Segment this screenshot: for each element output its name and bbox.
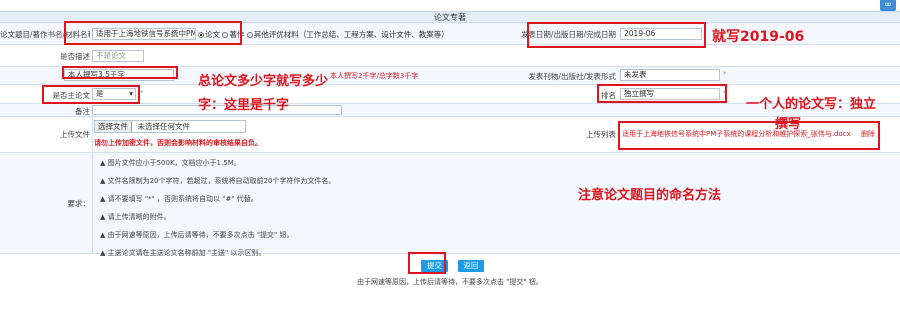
journal-label: 发表刊物/出版社/发表形式 (528, 72, 616, 81)
upload-label: 上传文件 (60, 130, 90, 139)
requirement-item: ▲ 请不要填写 "*" ，否则系统将自动以 "#" 代替。 (100, 195, 258, 203)
annotation-rank-line1: 一个人的论文写：独立 (746, 97, 877, 112)
annotation-naming-note: 注意论文题目的命名方法 (578, 188, 722, 203)
requirement-item: ▲ 图片文件应小于500K，文档应小于1.5M。 (100, 159, 241, 167)
annotation-box-main (42, 85, 140, 104)
annotation-wordcount-line2: 字：这里是千字 (198, 98, 290, 113)
requirement-item: ▲ 由于网速等原因，上传后请等待，不要多次点击 "提交" 钮。 (100, 231, 294, 239)
annotation-box-wordcount (62, 66, 178, 79)
choose-file-button[interactable]: 选择文件 (95, 121, 132, 132)
requirements-label: 要求： (67, 199, 91, 208)
remark-label: 备注 (75, 107, 90, 116)
requirement-item: ▲ 请上传清晰的附件。 (100, 213, 171, 221)
upload-field: 选择文件 未选择任何文件 (94, 120, 246, 133)
required-mark: * (723, 70, 727, 78)
annotation-date-note: 就写2019-06 (712, 29, 805, 45)
annotation-box-date (527, 22, 706, 48)
annotation-box-submit (408, 252, 446, 274)
footer-note: 由于网速等原因，上传后请等待，不要多次点击 "提交" 钮。 (357, 278, 543, 286)
annotation-box-rank (597, 84, 727, 103)
required-mark: * (140, 89, 144, 97)
annotation-box-upload-list (618, 121, 880, 150)
requirements-list: ▲ 图片文件应小于500K，文档应小于1.5M。 ▲ 文件名限制为20个字符，若… (100, 158, 335, 266)
annotation-wordcount-line1: 总论文多少字就写多少 (198, 74, 329, 89)
requirement-item: ▲ 主送论文请在主送论文名称前加 "主送" 以示区别。 (100, 249, 266, 257)
requirement-item: ▲ 文件名限制为20个字符，若超过，系统将自动取前20个字符作为文件名。 (100, 177, 336, 185)
annotation-box-title (64, 21, 242, 45)
upload-list-label: 上传列表 (586, 130, 616, 139)
journal-input[interactable]: 未发表 (620, 69, 720, 81)
row2-label: 是否描述 (60, 52, 90, 61)
row2-input[interactable]: 不是论文 (92, 50, 144, 62)
top-bar: ∞ (0, 0, 900, 11)
link-icon[interactable]: ∞ (880, 0, 896, 11)
back-button[interactable]: 返回 (458, 260, 484, 272)
upload-warning: 请勿上传加密文件，否则会影响材料的审核结果自负。 (94, 139, 262, 147)
radio-other-label: 其他评优材料（工作总结、工程方案、设计文件、教案等） (253, 30, 449, 39)
wordcount-hint: 本人撰写2千字/总字数3千字 (330, 72, 419, 80)
upload-status: 未选择任何文件 (137, 122, 190, 131)
column-divider (92, 153, 93, 254)
column-divider (92, 117, 93, 153)
annotation-rank-line2: 撰写 (775, 117, 802, 132)
radio-other[interactable] (246, 32, 253, 38)
